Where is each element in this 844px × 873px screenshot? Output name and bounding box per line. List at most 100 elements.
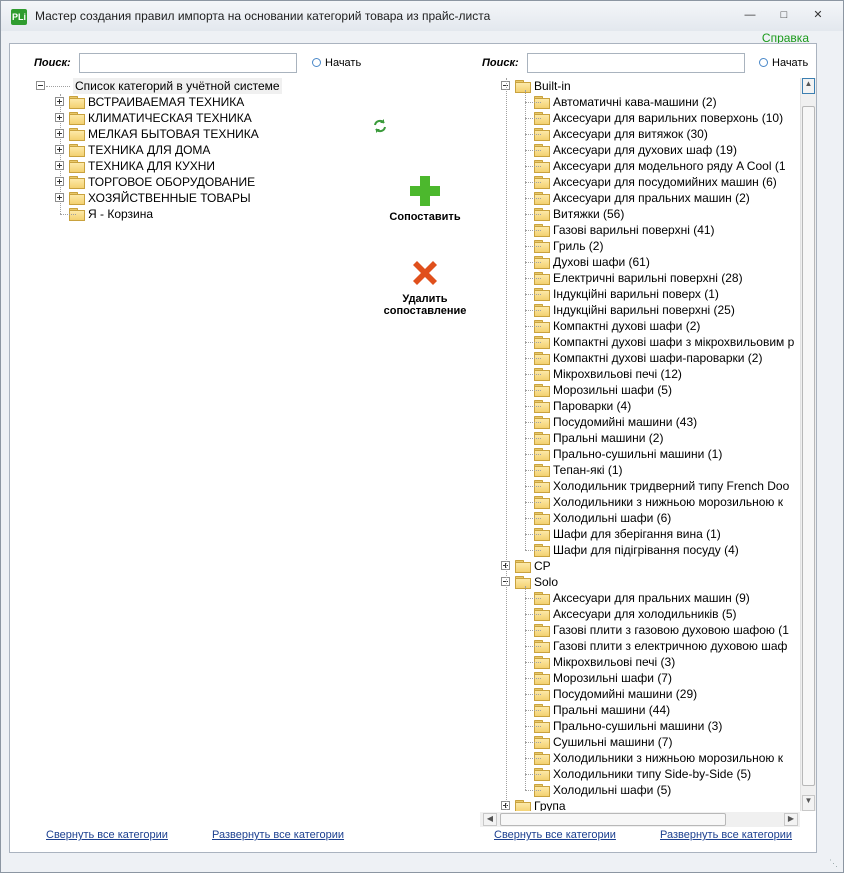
right-expand-all-link[interactable]: Развернуть все категории [660,829,792,841]
expand-icon[interactable] [55,97,64,106]
left-category-tree[interactable]: Список категорий в учётной системе ВСТРАИ… [34,78,334,238]
tree-connector [525,586,526,790]
tree-connector [525,710,541,711]
right-tree-hscrollbar[interactable]: ◀ ▶ [480,812,800,827]
tree-connector [525,630,541,631]
tree-item-label: Група [534,799,566,811]
minimize-button[interactable]: — [739,7,761,23]
delete-x-icon [413,261,437,285]
left-tree-item[interactable]: Я - Корзина [34,206,334,222]
tree-item-label: Газові плити з газовою духовою шафою (1 [553,623,789,637]
tree-connector [525,390,541,391]
folder-icon [515,560,531,573]
tree-item-label: Компактні духові шафи з мікрохвильовим р [553,335,795,349]
tree-item-label: Індукційні варильні поверх (1) [553,287,719,301]
tree-connector [525,374,541,375]
expand-icon[interactable] [55,145,64,154]
left-tree-item[interactable]: ТЕХНИКА ДЛЯ КУХНИ [34,158,334,174]
left-tree-item[interactable]: МЕЛКАЯ БЫТОВАЯ ТЕХНИКА [34,126,334,142]
scroll-thumb[interactable] [802,106,815,786]
main-panel: Поиск: Начать Список категорий в учётной… [9,43,817,853]
right-tree-group[interactable]: CP [480,558,800,574]
left-tree-item[interactable]: КЛИМАТИЧЕСКАЯ ТЕХНИКА [34,110,334,126]
left-search-button[interactable]: Начать [312,57,361,69]
collapse-icon[interactable] [36,81,45,90]
tree-item-label: Аксесуари для модельного ряду A Cool (1 [553,159,786,173]
tree-connector [525,294,541,295]
tree-item-label: ТЕХНИКА ДЛЯ КУХНИ [88,159,216,173]
tree-item-label: Аксесуари для холодильників (5) [553,607,737,621]
hscroll-thumb[interactable] [500,813,726,826]
left-tree-item[interactable]: ТОРГОВОЕ ОБОРУДОВАНИЕ [34,174,334,190]
tree-connector [525,406,541,407]
tree-connector [525,438,541,439]
left-search-input[interactable] [79,53,297,73]
right-tree-vscrollbar[interactable]: ▲ ▼ [800,78,816,811]
right-search-button[interactable]: Начать [759,57,808,69]
tree-item-label: Електричні варильні поверхні (28) [553,271,743,285]
tree-connector [60,214,76,215]
right-tree-group[interactable]: Built-in [480,78,800,94]
tree-item-label: ТОРГОВОЕ ОБОРУДОВАНИЕ [88,175,256,189]
tree-item-label: Прально-сушильні машини (1) [553,447,723,461]
tree-item-label: Холодильники з нижньою морозильною к [553,751,783,765]
maximize-button[interactable]: □ [773,7,795,23]
scroll-left-button[interactable]: ◀ [483,813,497,826]
tree-connector [525,90,526,550]
folder-icon [69,112,85,125]
tree-item-label: Посудомийні машини (29) [553,687,698,701]
tree-connector [525,150,541,151]
expand-icon[interactable] [55,161,64,170]
match-button[interactable]: Сопоставить [380,174,470,223]
tree-item-label: Витяжки (56) [553,207,625,221]
tree-item-label: Духові шафи (61) [553,255,650,269]
tree-item-label: Мікрохвильові печі (12) [553,367,682,381]
tree-item-label: Аксесуари для посудомийних машин (6) [553,175,777,189]
delete-match-button[interactable]: Удалить сопоставление [376,256,474,317]
tree-connector [525,198,541,199]
tree-item-label: Пароварки (4) [553,399,632,413]
tree-root[interactable]: Список категорий в учётной системе [34,78,334,94]
refresh-icon[interactable] [372,118,388,137]
tree-item-label: Холодильні шафи (5) [553,783,672,797]
right-tree-group[interactable]: Група [480,798,800,811]
tree-connector [525,182,541,183]
right-tree-group[interactable]: Solo [480,574,800,590]
expand-icon[interactable] [55,193,64,202]
tree-item-label: Solo [534,575,559,589]
scroll-up-button[interactable]: ▲ [802,78,815,94]
left-tree-item[interactable]: ВСТРАИВАЕМАЯ ТЕХНИКА [34,94,334,110]
tree-connector [525,678,541,679]
tree-item-label: Індукційні варильні поверхні (25) [553,303,735,317]
folder-icon [69,176,85,189]
folder-icon [515,800,531,811]
scroll-down-button[interactable]: ▼ [802,795,815,811]
tree-connector [525,166,541,167]
tree-item-label: Аксесуари для пральних машин (9) [553,591,750,605]
expand-icon[interactable] [55,177,64,186]
search-icon [312,58,321,67]
tree-connector [525,534,541,535]
right-search-input[interactable] [527,53,745,73]
tree-item-label: Шафи для зберігання вина (1) [553,527,721,541]
search-icon [759,58,768,67]
scroll-right-button[interactable]: ▶ [784,813,798,826]
expand-icon[interactable] [55,113,64,122]
left-expand-all-link[interactable]: Развернуть все категории [212,829,344,841]
close-button[interactable]: ✕ [807,7,829,23]
resize-grip-icon[interactable]: ⋱ [829,858,839,868]
tree-item-label: Морозильні шафи (5) [553,383,672,397]
folder-icon [69,144,85,157]
expand-icon[interactable] [55,129,64,138]
left-collapse-all-link[interactable]: Свернуть все категории [46,829,168,841]
tree-item-label: ТЕХНИКА ДЛЯ ДОМА [88,143,211,157]
tree-item-label: Газові варильні поверхні (41) [553,223,715,237]
left-tree-item[interactable]: ХОЗЯЙСТВЕННЫЕ ТОВАРЫ [34,190,334,206]
left-tree-item[interactable]: ТЕХНИКА ДЛЯ ДОМА [34,142,334,158]
tree-connector [525,742,541,743]
tree-item-label: ВСТРАИВАЕМАЯ ТЕХНИКА [88,95,245,109]
right-category-tree[interactable]: Built-in Автоматичні кава-машини (2) Аксес… [480,78,800,811]
tree-connector [525,134,541,135]
left-search-label: Поиск: [34,57,71,69]
right-collapse-all-link[interactable]: Свернуть все категории [494,829,616,841]
